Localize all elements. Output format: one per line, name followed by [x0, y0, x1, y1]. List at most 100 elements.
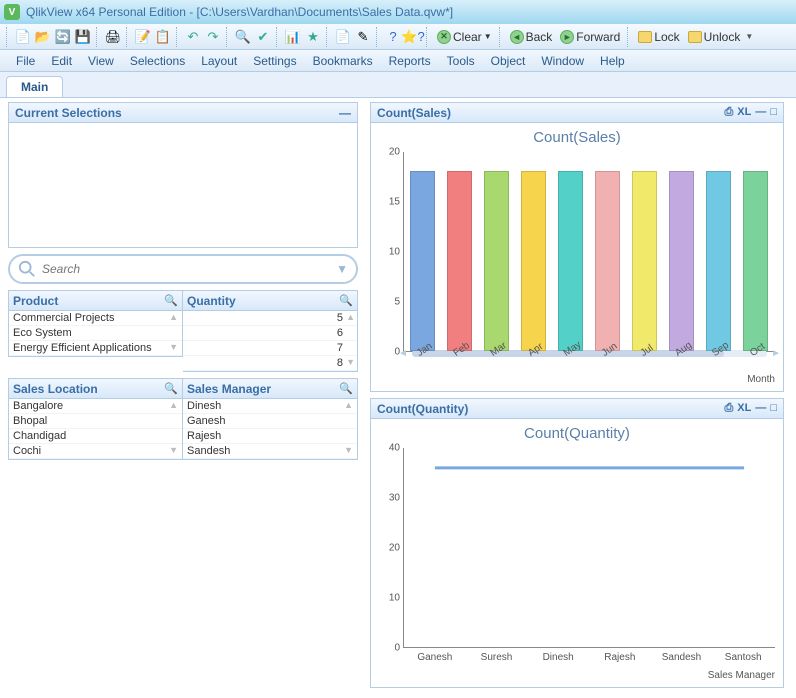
menu-tools[interactable]: Tools — [439, 52, 483, 70]
search-icon[interactable]: 🔍 — [339, 294, 353, 307]
undo-icon[interactable]: ↶ — [184, 28, 202, 46]
chart2-title: Count(Quantity) — [371, 419, 783, 444]
listbox-quantity-title: Quantity — [187, 294, 236, 308]
minimize-icon[interactable]: — — [339, 106, 351, 120]
current-selections-title: Current Selections — [15, 106, 122, 120]
tab-main[interactable]: Main — [6, 76, 63, 97]
list-item[interactable]: Ganesh — [183, 414, 357, 429]
y-tick: 15 — [376, 197, 400, 208]
search-icon[interactable]: 🔍 — [339, 382, 353, 395]
back-button[interactable]: ◄Back — [507, 30, 556, 44]
detach-icon[interactable]: ⎙ — [724, 106, 733, 119]
list-item[interactable]: Rajesh — [183, 429, 357, 444]
listbox-quantity[interactable]: Quantity 🔍 5▲678▼ — [183, 290, 358, 372]
minimize-icon[interactable]: — — [755, 402, 766, 415]
bar-mar[interactable] — [484, 171, 510, 351]
list-item[interactable]: 6 — [183, 326, 357, 341]
lock-button[interactable]: Lock — [635, 30, 682, 44]
lock-label: Lock — [654, 30, 679, 44]
menu-selections[interactable]: Selections — [122, 52, 193, 70]
title-bar: V QlikView x64 Personal Edition - [C:\Us… — [0, 0, 796, 24]
list-item[interactable]: Dinesh▲ — [183, 399, 357, 414]
search-icon[interactable]: 🔍 — [164, 382, 178, 395]
chart2-plot-area[interactable]: Sales Manager 010203040GaneshSureshDines… — [403, 448, 775, 648]
bar-oct[interactable] — [743, 171, 769, 351]
edit-script-icon[interactable]: 📝 — [134, 28, 152, 46]
unlock-button[interactable]: Unlock — [685, 30, 744, 44]
maximize-icon[interactable]: □ — [770, 402, 777, 415]
list-item[interactable]: 8▼ — [183, 356, 357, 371]
list-item[interactable]: Bangalore▲ — [9, 399, 182, 414]
clear-label: Clear — [453, 30, 482, 44]
list-item[interactable]: Chandigad — [9, 429, 182, 444]
menu-edit[interactable]: Edit — [43, 52, 80, 70]
menu-view[interactable]: View — [80, 52, 122, 70]
listbox-group-2: Sales Location🔍 Bangalore▲BhopalChandiga… — [8, 378, 358, 460]
bar-sep[interactable] — [706, 171, 732, 351]
y-tick: 20 — [376, 147, 400, 158]
search-box[interactable]: ▼ — [8, 254, 358, 284]
bar-feb[interactable] — [447, 171, 473, 351]
xl-export-button[interactable]: XL — [737, 106, 751, 119]
bar-aug[interactable] — [669, 171, 695, 351]
listbox-location[interactable]: Sales Location🔍 Bangalore▲BhopalChandiga… — [8, 378, 183, 460]
list-item[interactable]: Bhopal — [9, 414, 182, 429]
design-icon[interactable]: ✎ — [354, 28, 372, 46]
detach-icon[interactable]: ⎙ — [724, 402, 733, 415]
notes-icon[interactable]: 📄 — [334, 28, 352, 46]
save-icon[interactable]: 💾 — [74, 28, 92, 46]
forward-button[interactable]: ►Forward — [557, 30, 623, 44]
bar-may[interactable] — [558, 171, 584, 351]
menu-help[interactable]: Help — [592, 52, 633, 70]
menu-window[interactable]: Window — [533, 52, 592, 70]
chart-wizard-icon[interactable]: 📊 — [284, 28, 302, 46]
scroll-right-icon[interactable]: ► — [771, 348, 781, 359]
bar-apr[interactable] — [521, 171, 547, 351]
search-icon[interactable]: 🔍 — [164, 294, 178, 307]
selections-icon[interactable]: ✔ — [254, 28, 272, 46]
whatsthis-icon[interactable]: ⭐? — [404, 28, 422, 46]
bar-jul[interactable] — [632, 171, 658, 351]
redo-icon[interactable]: ↷ — [204, 28, 222, 46]
menu-layout[interactable]: Layout — [193, 52, 245, 70]
search-dropdown-icon[interactable]: ▼ — [336, 262, 348, 276]
x-tick: Dinesh — [543, 652, 574, 663]
unlock-label: Unlock — [704, 30, 741, 44]
maximize-icon[interactable]: □ — [770, 106, 777, 119]
listbox-group-1: Product🔍 Commercial Projects▲Eco SystemE… — [8, 290, 358, 372]
xl-export-button[interactable]: XL — [737, 402, 751, 415]
app-icon: V — [4, 4, 20, 20]
listbox-manager[interactable]: Sales Manager🔍 Dinesh▲GaneshRajeshSandes… — [183, 378, 358, 460]
list-item[interactable]: 5▲ — [183, 311, 357, 326]
refresh-icon[interactable]: 🔄 — [54, 28, 72, 46]
open-icon[interactable]: 📂 — [34, 28, 52, 46]
list-item[interactable]: Eco System — [9, 326, 182, 341]
bookmark-add-icon[interactable]: ★ — [304, 28, 322, 46]
list-item[interactable]: 7 — [183, 341, 357, 356]
listbox-product[interactable]: Product🔍 Commercial Projects▲Eco SystemE… — [8, 290, 183, 357]
new-doc-icon[interactable]: 📄 — [14, 28, 32, 46]
menu-file[interactable]: File — [8, 52, 43, 70]
unlock-icon — [688, 31, 702, 43]
help-icon[interactable]: ? — [384, 28, 402, 46]
bar-jun[interactable] — [595, 171, 621, 351]
search-icon[interactable]: 🔍 — [234, 28, 252, 46]
list-item[interactable]: Sandesh▼ — [183, 444, 357, 459]
list-item[interactable]: Cochi▼ — [9, 444, 182, 459]
y-tick: 10 — [376, 593, 400, 604]
menu-bookmarks[interactable]: Bookmarks — [305, 52, 381, 70]
list-item[interactable]: Energy Efficient Applications▼ — [9, 341, 182, 356]
list-item[interactable]: Commercial Projects▲ — [9, 311, 182, 326]
print-icon[interactable]: 🖨 — [104, 28, 122, 46]
reload-icon[interactable]: 📋 — [154, 28, 172, 46]
menu-settings[interactable]: Settings — [245, 52, 304, 70]
chart1-plot-area[interactable]: ◄ ► Month 05101520JanFebMarAprMayJunJulA… — [403, 152, 775, 352]
menu-object[interactable]: Object — [483, 52, 534, 70]
search-input[interactable] — [42, 262, 336, 276]
x-tick: Suresh — [481, 652, 513, 663]
x-tick: Sandesh — [662, 652, 701, 663]
minimize-icon[interactable]: — — [755, 106, 766, 119]
menu-reports[interactable]: Reports — [381, 52, 439, 70]
clear-button[interactable]: ✕Clear ▼ — [434, 30, 495, 44]
bar-jan[interactable] — [410, 171, 436, 351]
